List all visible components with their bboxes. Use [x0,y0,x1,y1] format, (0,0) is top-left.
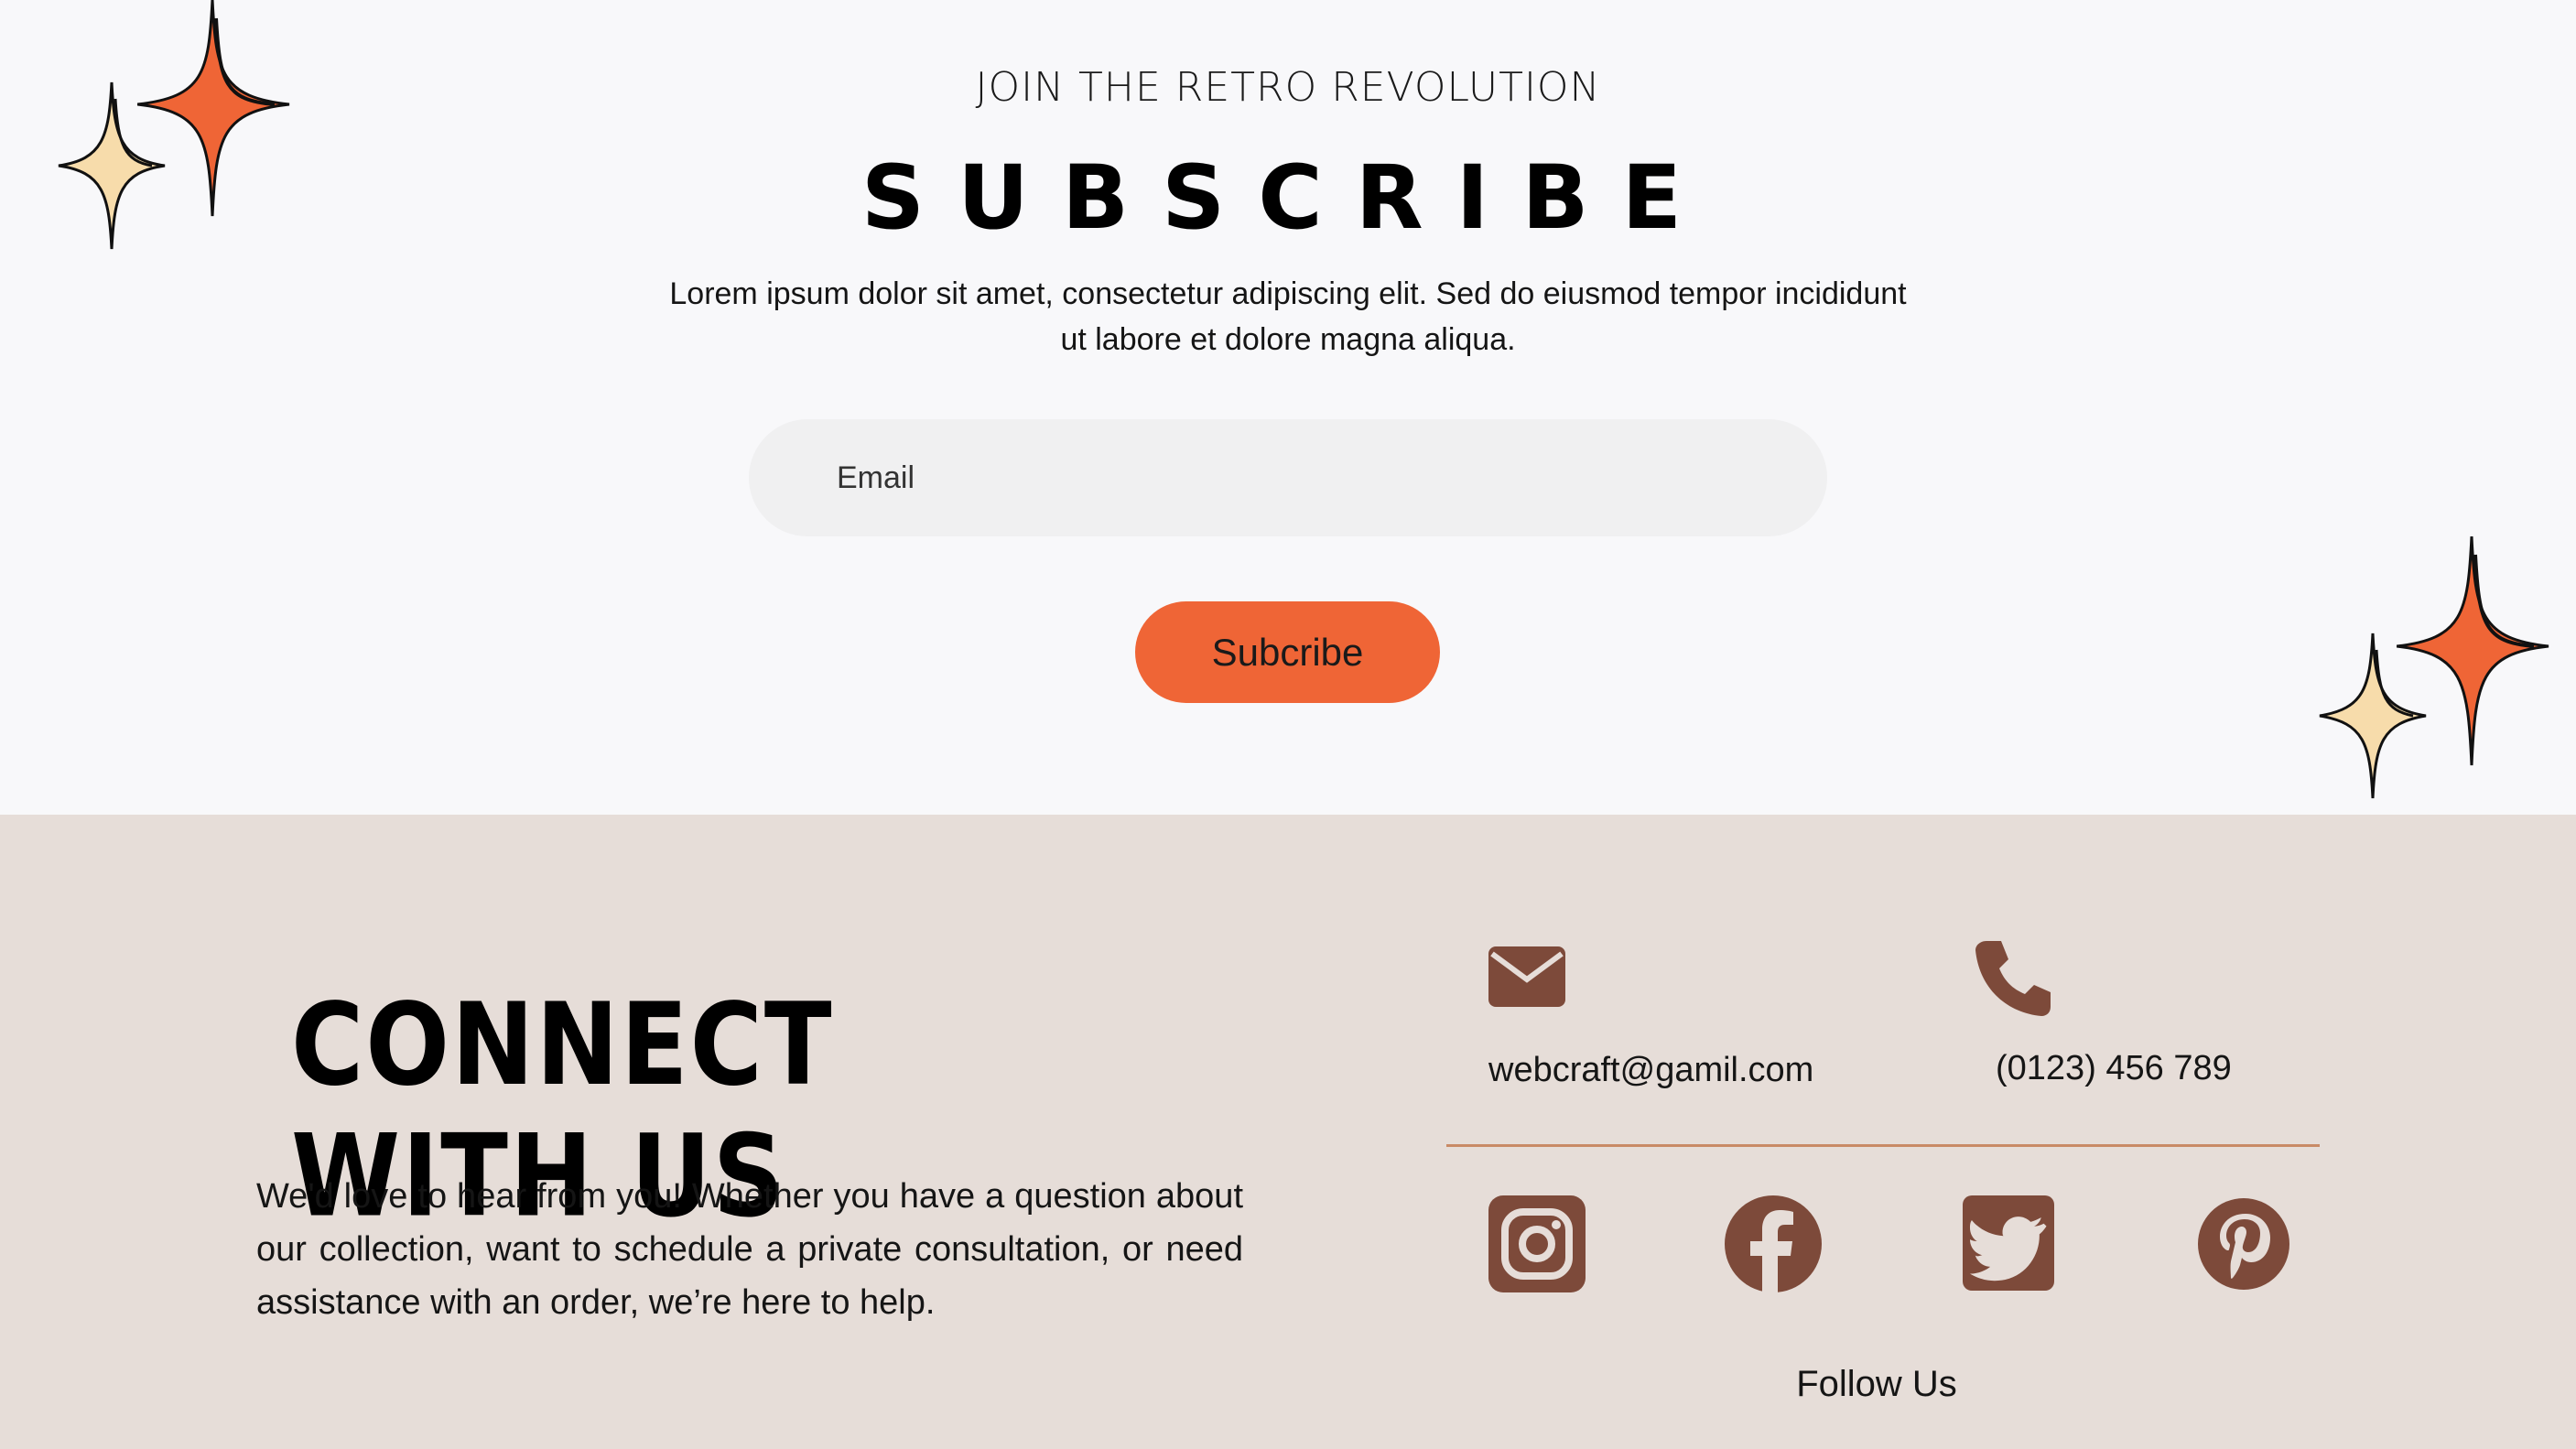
pinterest-icon[interactable] [2195,1195,2292,1292]
phone-icon [1975,941,2051,1016]
envelope-icon [1488,946,1565,1007]
subscribe-description: Lorem ipsum dolor sit amet, consectetur … [669,276,1907,357]
follow-us-label: Follow Us [1796,1364,1957,1404]
contact-phone[interactable]: (0123) 456 789 [1996,1049,2232,1088]
email-input[interactable] [749,419,1827,536]
twitter-icon[interactable] [1963,1195,2060,1292]
instagram-icon[interactable] [1488,1195,1586,1292]
contact-email[interactable]: webcraft@gamil.com [1488,1051,1813,1090]
connect-description: We'd love to hear from you! Whether you … [256,1177,1243,1322]
contact-divider [1446,1144,2320,1147]
subscribe-eyebrow: JOIN THE RETRO REVOLUTION [975,64,1601,111]
subscribe-button[interactable]: Subcribe [1135,601,1440,703]
subscribe-title: SUBSCRIBE [860,146,1716,249]
facebook-icon[interactable] [1725,1195,1822,1292]
sparkle-small-cream-icon [2319,633,2427,799]
